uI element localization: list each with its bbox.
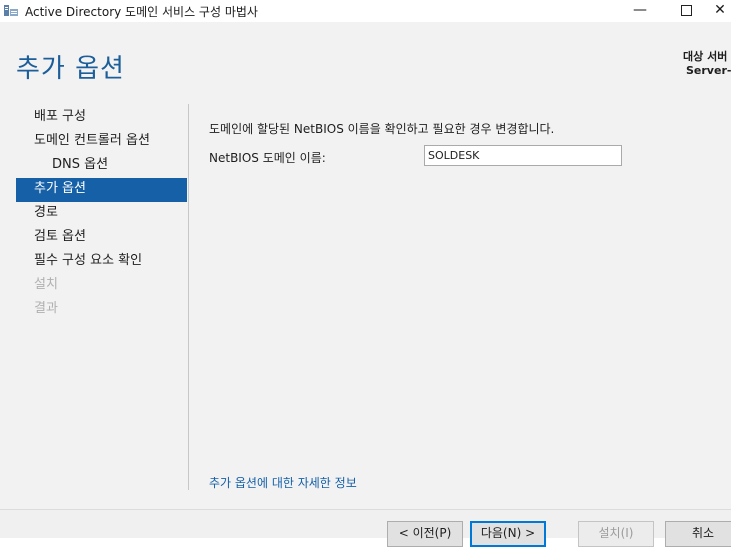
wizard-nav: 배포 구성 도메인 컨트롤러 옵션 DNS 옵션 추가 옵션 경로 검토 옵션 필수 구성 …: [16, 106, 187, 322]
cancel-button[interactable]: 취소: [665, 521, 731, 547]
install-button[interactable]: 설치(I): [578, 521, 654, 547]
netbios-name-input[interactable]: [424, 145, 622, 166]
nav-divider: [188, 104, 189, 490]
nav-item[interactable]: 배포 구성: [16, 106, 187, 130]
nav-item[interactable]: 도메인 컨트롤러 옵션: [16, 130, 187, 154]
previous-button[interactable]: < 이전(P): [387, 521, 463, 547]
title-bar: Active Directory 도메인 서비스 구성 마법사 — ✕: [0, 0, 731, 22]
page-title: 추가 옵션: [16, 54, 125, 84]
more-info-link[interactable]: 추가 옵션에 대한 자세한 정보: [209, 474, 357, 491]
maximize-icon: [680, 5, 692, 16]
minimize-button[interactable]: —: [617, 0, 663, 22]
nav-item[interactable]: 추가 옵션: [16, 178, 187, 202]
window-title: Active Directory 도메인 서비스 구성 마법사: [25, 5, 258, 19]
button-bar: < 이전(P) 다음(N) > 설치(I) 취소: [0, 509, 731, 547]
close-button[interactable]: ✕: [709, 0, 731, 22]
nav-item: 결과: [34, 301, 58, 316]
nav-item[interactable]: 검토 옵션: [16, 226, 187, 250]
nav-item[interactable]: 경로: [16, 202, 187, 226]
nav-item: 설치: [34, 277, 58, 292]
maximize-button[interactable]: [663, 0, 709, 22]
description-text: 도메인에 할당된 NetBIOS 이름을 확인하고 필요한 경우 변경합니다.: [209, 122, 555, 136]
next-button[interactable]: 다음(N) >: [470, 521, 546, 547]
close-icon: ✕: [714, 2, 726, 18]
server-manager-icon: [4, 5, 18, 16]
netbios-label: NetBIOS 도메인 이름:: [209, 151, 326, 165]
minimize-icon: —: [633, 2, 647, 18]
target-server-value: Server-A: [686, 64, 731, 77]
nav-item[interactable]: 필수 구성 요소 확인: [16, 250, 187, 274]
target-server-label: 대상 서버: [683, 50, 728, 63]
wizard-body: 추가 옵션 대상 서버 Server-A 배포 구성도메인 컨트롤러 옵션DNS…: [0, 22, 731, 509]
nav-item[interactable]: DNS 옵션: [16, 154, 187, 178]
